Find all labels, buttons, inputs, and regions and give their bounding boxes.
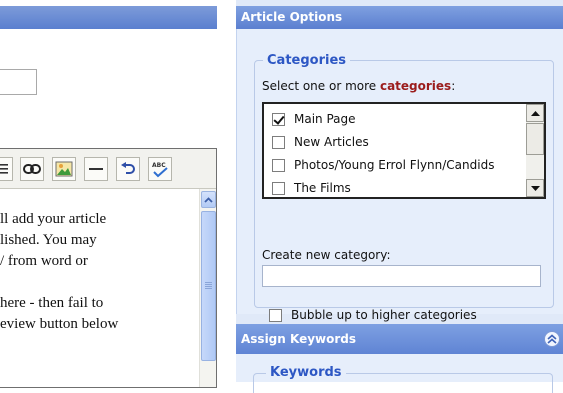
list-scroll-up[interactable]	[526, 104, 544, 122]
keywords-legend: Keywords	[266, 365, 346, 381]
category-item-main-page[interactable]: Main Page	[272, 110, 356, 128]
scroll-thumb[interactable]	[201, 211, 216, 361]
scroll-up-arrow[interactable]	[201, 191, 216, 208]
categories-legend: Categories	[267, 53, 347, 68]
justify-button[interactable]	[0, 157, 13, 181]
bubble-up-label: Bubble up to higher categories	[291, 308, 477, 322]
assign-keywords-title: Assign Keywords	[241, 332, 357, 346]
link-icon	[23, 164, 41, 174]
assign-keywords-header[interactable]: Assign Keywords	[236, 324, 563, 354]
bubble-up-checkbox[interactable]	[269, 308, 282, 322]
article-title-input[interactable]	[0, 69, 37, 95]
categories-scrollbar[interactable]	[526, 104, 544, 197]
spellcheck-button[interactable]: ABC	[148, 157, 172, 181]
categories-section: Categories Select one or more categories…	[236, 29, 563, 322]
image-icon	[55, 161, 73, 177]
svg-text:ABC: ABC	[152, 162, 166, 169]
justify-icon	[0, 164, 8, 174]
editor-header-bar	[0, 6, 217, 29]
editor-line: eview button below	[0, 316, 119, 332]
double-chevron-up-icon	[547, 334, 557, 344]
keywords-section: Keywords	[236, 354, 563, 393]
editor-line: / from word or	[0, 253, 88, 269]
editor-scrollbar[interactable]	[199, 189, 216, 387]
horizontal-rule-button[interactable]	[84, 157, 108, 181]
editor-line: here - then fail to	[0, 295, 104, 311]
categories-list[interactable]: Main Page New Articles Photos/Young Erro…	[262, 102, 546, 199]
category-checkbox[interactable]	[272, 158, 285, 172]
category-item-photos[interactable]: Photos/Young Errol Flynn/Candids	[272, 156, 494, 174]
categories-hint: Select one or more categories:	[262, 79, 455, 93]
new-category-input[interactable]	[262, 265, 541, 287]
article-options-header: Article Options	[236, 6, 563, 29]
horizontal-rule-icon	[89, 168, 103, 170]
editor-content[interactable]: ll add your article lished. You may / fr…	[0, 209, 188, 335]
category-label: Photos/Young Errol Flynn/Candids	[294, 158, 495, 172]
rich-text-editor: ABC ll add your article lished. You may …	[0, 148, 217, 388]
bubble-up-option[interactable]: Bubble up to higher categories	[269, 308, 477, 322]
categories-hint-suffix: :	[451, 79, 456, 93]
category-label: The Films	[294, 181, 351, 195]
category-label: New Articles	[294, 135, 369, 149]
undo-button[interactable]	[116, 157, 140, 181]
new-category-label: Create new category:	[262, 248, 391, 262]
undo-icon	[121, 162, 135, 174]
category-checkbox[interactable]	[272, 181, 285, 195]
collapse-button[interactable]	[544, 331, 560, 347]
editor-line: lished. You may	[0, 232, 97, 248]
scroll-grip-icon	[205, 282, 212, 283]
editor-line: ll add your article	[0, 211, 107, 227]
category-checkbox[interactable]	[272, 135, 285, 149]
category-label: Main Page	[294, 112, 356, 126]
triangle-down-icon	[530, 185, 540, 191]
spellcheck-icon: ABC	[152, 162, 168, 178]
categories-hint-prefix: Select one or more	[262, 79, 380, 93]
chevron-up-icon	[204, 196, 213, 203]
category-item-new-articles[interactable]: New Articles	[272, 133, 369, 151]
insert-link-button[interactable]	[20, 157, 44, 181]
article-options-panel: Article Options Categories Select one or…	[236, 0, 563, 393]
editor-toolbar: ABC	[0, 149, 216, 189]
list-scroll-thumb[interactable]	[526, 123, 544, 155]
categories-hint-emphasis: categories	[379, 79, 452, 93]
category-checkbox[interactable]	[272, 112, 285, 126]
triangle-up-icon	[530, 110, 540, 116]
category-item-the-films[interactable]: The Films	[272, 179, 351, 197]
insert-image-button[interactable]	[52, 157, 76, 181]
list-scroll-down[interactable]	[526, 179, 544, 197]
